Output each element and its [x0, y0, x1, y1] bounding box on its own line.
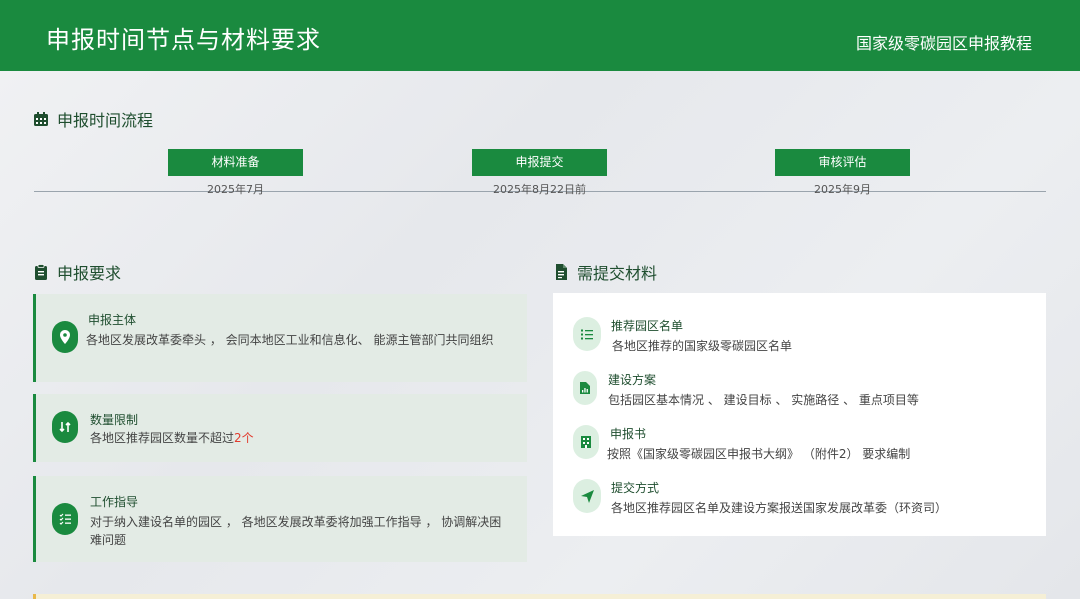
timeline-node-date: 2025年8月22日前 — [493, 183, 586, 196]
material-title: 推荐园区名单 — [611, 319, 684, 333]
materials-heading: 需提交材料 — [553, 260, 657, 284]
timeline-node-label: 申报提交 — [472, 149, 607, 176]
building-icon — [573, 425, 599, 459]
requirement-title: 申报主体 — [88, 313, 137, 327]
timeline-heading-text: 申报时间流程 — [57, 111, 154, 130]
material-title: 申报书 — [610, 427, 647, 441]
calendar-icon — [34, 112, 48, 126]
requirement-title: 工作指导 — [90, 495, 139, 509]
send-icon — [573, 479, 601, 513]
timeline-node-submit: 申报提交 2025年8月22日前 — [472, 149, 607, 197]
sort-arrows-icon — [52, 411, 78, 443]
requirement-card-subject: 申报主体 各地区发展改革委牵头 ， 会同本地区工业和信息化、 能源主管部门共同组… — [33, 294, 527, 382]
requirements-heading: 申报要求 — [33, 260, 121, 284]
requirement-desc: 各地区发展改革委牵头 ， 会同本地区工业和信息化、 能源主管部门共同组织 — [86, 333, 494, 347]
requirements-heading-text: 申报要求 — [57, 264, 122, 283]
timeline-node-prepare: 材料准备 2025年7月 — [168, 149, 303, 197]
page-title: 申报时间节点与材料要求 — [46, 26, 321, 54]
file-chart-icon — [573, 371, 597, 405]
bottom-card-edge — [33, 594, 1046, 599]
requirement-card-quota: 数量限制 各地区推荐园区数量不超过2个 — [33, 394, 527, 462]
material-desc: 包括园区基本情况 、 建设目标 、 实施路径 、 重点项目等 — [608, 393, 919, 407]
timeline-node-date: 2025年9月 — [814, 183, 871, 196]
material-item: 提交方式 各地区推荐园区名单及建设方案报送国家发展改革委（环资司） — [573, 479, 1036, 519]
checklist-icon — [52, 503, 78, 535]
material-item: 推荐园区名单 各地区推荐的国家级零碳园区名单 — [573, 317, 1036, 357]
list-icon — [573, 317, 601, 351]
course-subtitle: 国家级零碳园区申报教程 — [855, 34, 1032, 53]
location-pin-icon — [52, 321, 78, 353]
materials-heading-text: 需提交材料 — [577, 264, 658, 283]
material-item: 申报书 按照《国家级零碳园区申报书大纲》 （附件2） 要求编制 — [573, 425, 1036, 465]
material-title: 建设方案 — [608, 373, 657, 387]
requirement-desc-text: 各地区推荐园区数量不超过 — [90, 431, 235, 445]
timeline-node-review: 审核评估 2025年9月 — [775, 149, 910, 197]
clipboard-icon — [35, 264, 47, 280]
material-desc: 各地区推荐园区名单及建设方案报送国家发展改革委（环资司） — [611, 501, 948, 515]
material-item: 建设方案 包括园区基本情况 、 建设目标 、 实施路径 、 重点项目等 — [573, 371, 1036, 411]
materials-panel: 推荐园区名单 各地区推荐的国家级零碳园区名单 建设方案 包括园区基本情况 、 建… — [553, 293, 1046, 536]
timeline-node-label: 审核评估 — [775, 149, 910, 176]
page-header: 申报时间节点与材料要求 国家级零碳园区申报教程 — [0, 0, 1080, 71]
requirement-card-guidance: 工作指导 对于纳入建设名单的园区 ， 各地区发展改革委将加强工作指导 ， 协调解… — [33, 476, 527, 562]
timeline-node-date: 2025年7月 — [207, 183, 264, 196]
material-title: 提交方式 — [611, 481, 660, 495]
timeline-node-label: 材料准备 — [168, 149, 303, 176]
timeline-heading: 申报时间流程 — [33, 107, 153, 131]
material-desc: 按照《国家级零碳园区申报书大纲》 （附件2） 要求编制 — [607, 447, 911, 461]
material-desc: 各地区推荐的国家级零碳园区名单 — [612, 339, 793, 353]
requirement-desc: 对于纳入建设名单的园区 ， 各地区发展改革委将加强工作指导 ， 协调解决困难问题 — [90, 515, 502, 547]
requirement-title: 数量限制 — [90, 413, 139, 427]
quota-highlight: 2个 — [234, 431, 254, 445]
document-icon — [556, 264, 567, 280]
requirement-desc: 各地区推荐园区数量不超过2个 — [90, 429, 507, 447]
